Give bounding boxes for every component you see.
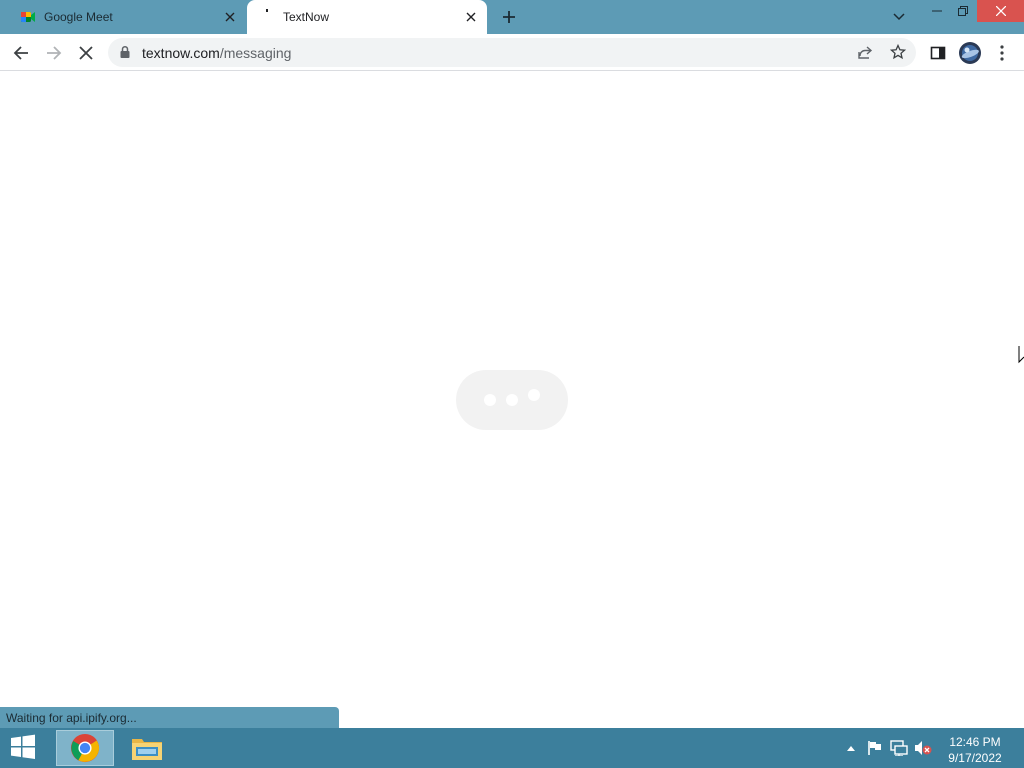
stop-loading-icon [79,46,93,60]
loading-dot [506,394,518,406]
clock-time: 12:46 PM [949,735,1001,749]
caret-up-icon [847,746,855,751]
profile-avatar [959,42,981,64]
side-panel-button[interactable] [925,40,951,66]
profile-button[interactable] [957,40,983,66]
close-icon[interactable] [463,9,479,25]
minimize-icon [932,10,942,12]
mouse-cursor-icon [1018,346,1024,364]
back-arrow-icon [13,46,28,60]
new-tab-button[interactable] [498,6,520,28]
tab-strip: Google Meet TextNow [0,0,1024,34]
screen: Google Meet TextNow textnow.com/messagin… [0,0,1024,768]
forward-button[interactable] [41,40,67,66]
status-text: Waiting for api.ipify.org... [6,711,137,725]
textnow-favicon [266,9,268,12]
network-icon [890,740,908,756]
status-bubble: Waiting for api.ipify.org... [0,707,339,728]
kebab-menu-icon [1000,45,1004,61]
windows-taskbar: 12:46 PM 9/17/2022 [0,728,1024,768]
loading-indicator [456,370,568,430]
chrome-icon [70,733,100,763]
clock-date: 9/17/2022 [948,751,1002,765]
url-text: textnow.com/messaging [142,45,291,61]
restore-icon [958,6,968,16]
loading-dot [528,389,540,401]
lock-icon [120,45,130,58]
stop-loading-button[interactable] [73,40,99,66]
page-content [0,71,1024,707]
restore-button[interactable] [948,0,978,22]
window-close-button[interactable] [977,0,1024,22]
windows-logo-icon [11,734,35,759]
forward-arrow-icon [47,46,62,60]
speaker-muted-icon [915,741,932,755]
taskbar-clock[interactable]: 12:46 PM 9/17/2022 [940,734,1010,766]
google-meet-favicon [21,12,35,22]
tab-google-meet[interactable]: Google Meet [8,0,246,34]
close-icon [995,6,1006,16]
chrome-menu-button[interactable] [989,40,1015,66]
side-panel-icon [930,46,946,60]
flag-icon [868,741,881,755]
url-host: textnow.com [142,45,220,61]
url-path: /messaging [219,45,292,61]
show-hidden-icons-button[interactable] [842,739,860,757]
tab-title: TextNow [283,10,330,24]
start-button[interactable] [8,734,40,762]
browser-toolbar: textnow.com/messaging [0,34,1024,71]
tab-textnow[interactable]: TextNow [247,0,487,34]
share-button[interactable] [854,41,876,63]
back-button[interactable] [8,40,34,66]
taskbar-chrome[interactable] [56,730,114,766]
close-icon[interactable] [222,9,238,25]
tab-title: Google Meet [44,10,113,24]
taskbar-file-explorer[interactable] [118,730,176,766]
star-icon [890,44,906,60]
plus-icon [503,11,515,23]
chevron-down-icon [893,13,905,21]
address-bar[interactable]: textnow.com/messaging [108,38,916,67]
action-center-tray[interactable] [866,739,884,757]
volume-tray[interactable] [914,739,932,757]
loading-dot [484,394,496,406]
bookmark-button[interactable] [887,41,909,63]
tab-search-button[interactable] [889,7,909,27]
file-explorer-icon [132,739,162,760]
share-icon [858,46,873,59]
network-tray[interactable] [890,739,908,757]
